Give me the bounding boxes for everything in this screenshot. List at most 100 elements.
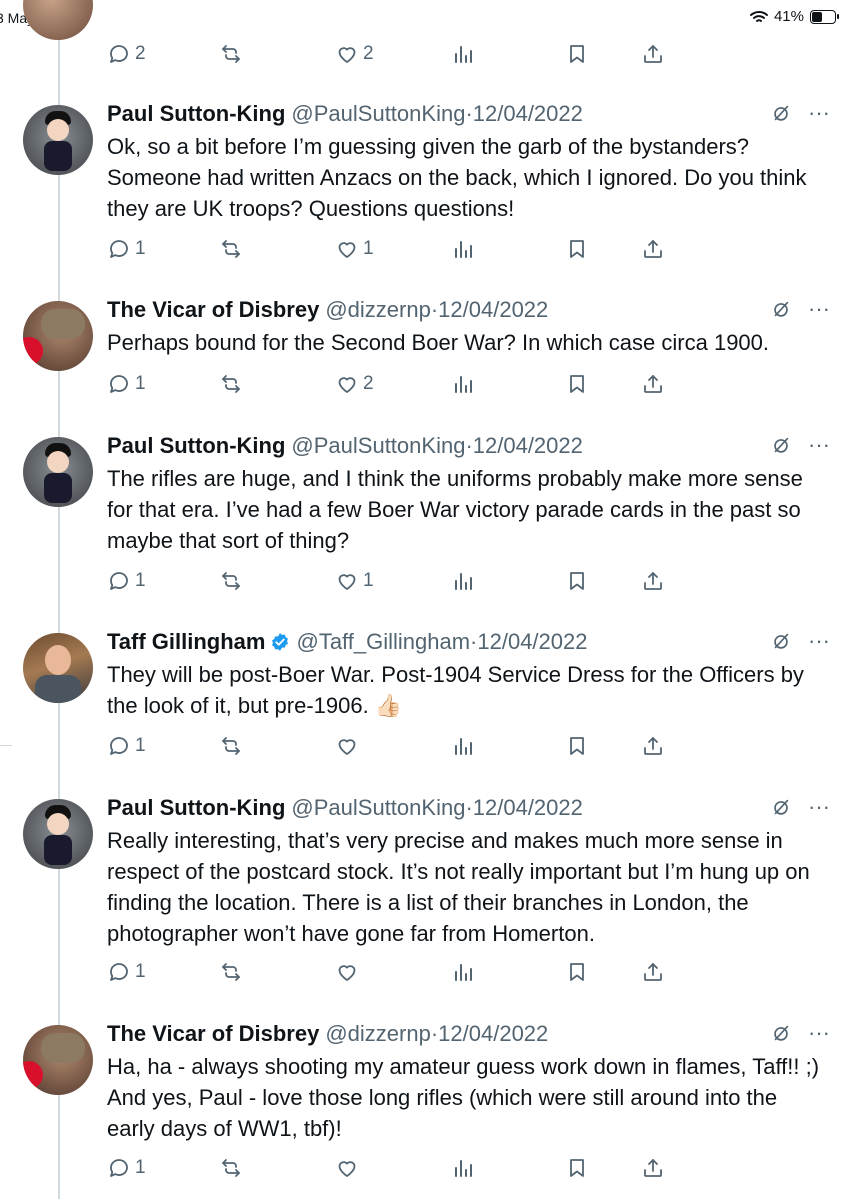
- like-button[interactable]: [335, 960, 363, 984]
- heart-icon: [338, 1161, 356, 1177]
- wifi-icon: [749, 10, 768, 22]
- like-button[interactable]: 2: [335, 42, 374, 66]
- views-button[interactable]: [451, 569, 475, 593]
- retweet-button[interactable]: [219, 734, 243, 758]
- handle[interactable]: @dizzernp·12/04/2022: [325, 1020, 548, 1048]
- grok-icon[interactable]: [770, 630, 792, 652]
- views-button[interactable]: [451, 42, 475, 66]
- share-button[interactable]: [641, 734, 665, 758]
- avatar[interactable]: [23, 301, 93, 371]
- handle[interactable]: @PaulSuttonKing·12/04/2022: [291, 100, 582, 128]
- like-button[interactable]: 1: [335, 237, 374, 261]
- reply-button[interactable]: 1: [107, 1156, 146, 1180]
- bookmark-button[interactable]: [565, 42, 589, 66]
- tweet-header: Taff Gillingham @Taff_Gillingham·12/04/2…: [107, 628, 830, 656]
- reply-icon: [110, 45, 128, 63]
- reply-button[interactable]: 1: [107, 960, 146, 984]
- grok-icon[interactable]: [770, 1022, 792, 1044]
- reply-button[interactable]: 2: [107, 42, 146, 66]
- verified-badge-icon: [272, 633, 289, 651]
- bookmark-button[interactable]: [565, 372, 589, 396]
- tweet-header: Paul Sutton-King @PaulSuttonKing·12/04/2…: [107, 794, 830, 822]
- grok-icon[interactable]: [770, 796, 792, 818]
- bookmark-button[interactable]: [565, 960, 589, 984]
- views-icon: [455, 573, 472, 590]
- bookmark-button[interactable]: [565, 237, 589, 261]
- handle[interactable]: @PaulSuttonKing·12/04/2022: [291, 432, 582, 460]
- avatar[interactable]: [23, 105, 93, 175]
- more-options-icon[interactable]: ···: [808, 296, 830, 322]
- grok-icon[interactable]: [770, 434, 792, 456]
- heart-icon: [338, 965, 356, 981]
- battery-icon: [810, 9, 839, 24]
- display-name[interactable]: The Vicar of Disbrey: [107, 1020, 319, 1048]
- reply-icon: [110, 375, 128, 393]
- tweet-text: They will be post-Boer War. Post-1904 Se…: [107, 662, 804, 718]
- reply-button[interactable]: 1: [107, 372, 146, 396]
- display-name[interactable]: The Vicar of Disbrey: [107, 296, 319, 324]
- views-button[interactable]: [451, 372, 475, 396]
- like-button[interactable]: [335, 1156, 363, 1180]
- bookmark-button[interactable]: [565, 1156, 589, 1180]
- bookmark-icon: [570, 240, 584, 258]
- display-name[interactable]: Paul Sutton-King: [107, 794, 285, 822]
- more-options-icon[interactable]: ···: [808, 100, 830, 126]
- reply-icon: [110, 1159, 128, 1177]
- reply-icon: [110, 737, 128, 755]
- more-options-icon[interactable]: ···: [808, 628, 830, 654]
- avatar[interactable]: [23, 633, 93, 703]
- share-button[interactable]: [641, 42, 665, 66]
- bookmark-icon: [570, 375, 584, 393]
- handle[interactable]: @Taff_Gillingham·12/04/2022: [296, 628, 587, 656]
- retweet-icon: [222, 963, 240, 981]
- avatar[interactable]: [23, 799, 93, 869]
- grok-icon[interactable]: [770, 298, 792, 320]
- retweet-icon: [222, 572, 240, 590]
- display-name[interactable]: Paul Sutton-King: [107, 432, 285, 460]
- tweet-header-icons: ···: [770, 296, 830, 322]
- tweet-text: Perhaps bound for the Second Boer War? I…: [107, 330, 770, 355]
- views-button[interactable]: [451, 960, 475, 984]
- bookmark-button[interactable]: [565, 734, 589, 758]
- bookmark-button[interactable]: [565, 569, 589, 593]
- avatar[interactable]: [23, 437, 93, 507]
- display-name[interactable]: Taff Gillingham: [107, 628, 265, 656]
- reply-icon: [110, 963, 128, 981]
- tweet-header-icons: ···: [770, 1020, 830, 1046]
- like-button[interactable]: 2: [335, 372, 374, 396]
- share-button[interactable]: [641, 237, 665, 261]
- handle[interactable]: @PaulSuttonKing·12/04/2022: [291, 794, 582, 822]
- reply-count: 1: [135, 735, 146, 756]
- avatar[interactable]: [23, 1025, 93, 1095]
- tweet-text: Ha, ha - always shooting my amateur gues…: [107, 1054, 820, 1141]
- retweet-button[interactable]: [219, 960, 243, 984]
- more-options-icon[interactable]: ···: [808, 1020, 830, 1046]
- share-button[interactable]: [641, 960, 665, 984]
- share-button[interactable]: [641, 1156, 665, 1180]
- like-button[interactable]: [335, 734, 363, 758]
- retweet-button[interactable]: [219, 372, 243, 396]
- status-bar: 3 May 41%: [0, 0, 848, 40]
- handle[interactable]: @dizzernp·12/04/2022: [325, 296, 548, 324]
- reply-button[interactable]: 1: [107, 734, 146, 758]
- views-button[interactable]: [451, 1156, 475, 1180]
- reply-button[interactable]: 1: [107, 237, 146, 261]
- tweet-header-icons: ···: [770, 628, 830, 654]
- more-options-icon[interactable]: ···: [808, 432, 830, 458]
- grok-icon[interactable]: [770, 102, 792, 124]
- display-name[interactable]: Paul Sutton-King: [107, 100, 285, 128]
- share-button[interactable]: [641, 569, 665, 593]
- share-button[interactable]: [641, 372, 665, 396]
- views-button[interactable]: [451, 237, 475, 261]
- like-count: 2: [363, 43, 374, 64]
- reply-button[interactable]: 1: [107, 569, 146, 593]
- retweet-button[interactable]: [219, 42, 243, 66]
- retweet-button[interactable]: [219, 569, 243, 593]
- more-options-icon[interactable]: ···: [808, 794, 830, 820]
- like-button[interactable]: 1: [335, 569, 374, 593]
- tweet-text: Really interesting, that’s very precise …: [107, 828, 810, 946]
- retweet-button[interactable]: [219, 237, 243, 261]
- retweet-button[interactable]: [219, 1156, 243, 1180]
- tweet-header: Paul Sutton-King @PaulSuttonKing·12/04/2…: [107, 100, 830, 128]
- views-button[interactable]: [451, 734, 475, 758]
